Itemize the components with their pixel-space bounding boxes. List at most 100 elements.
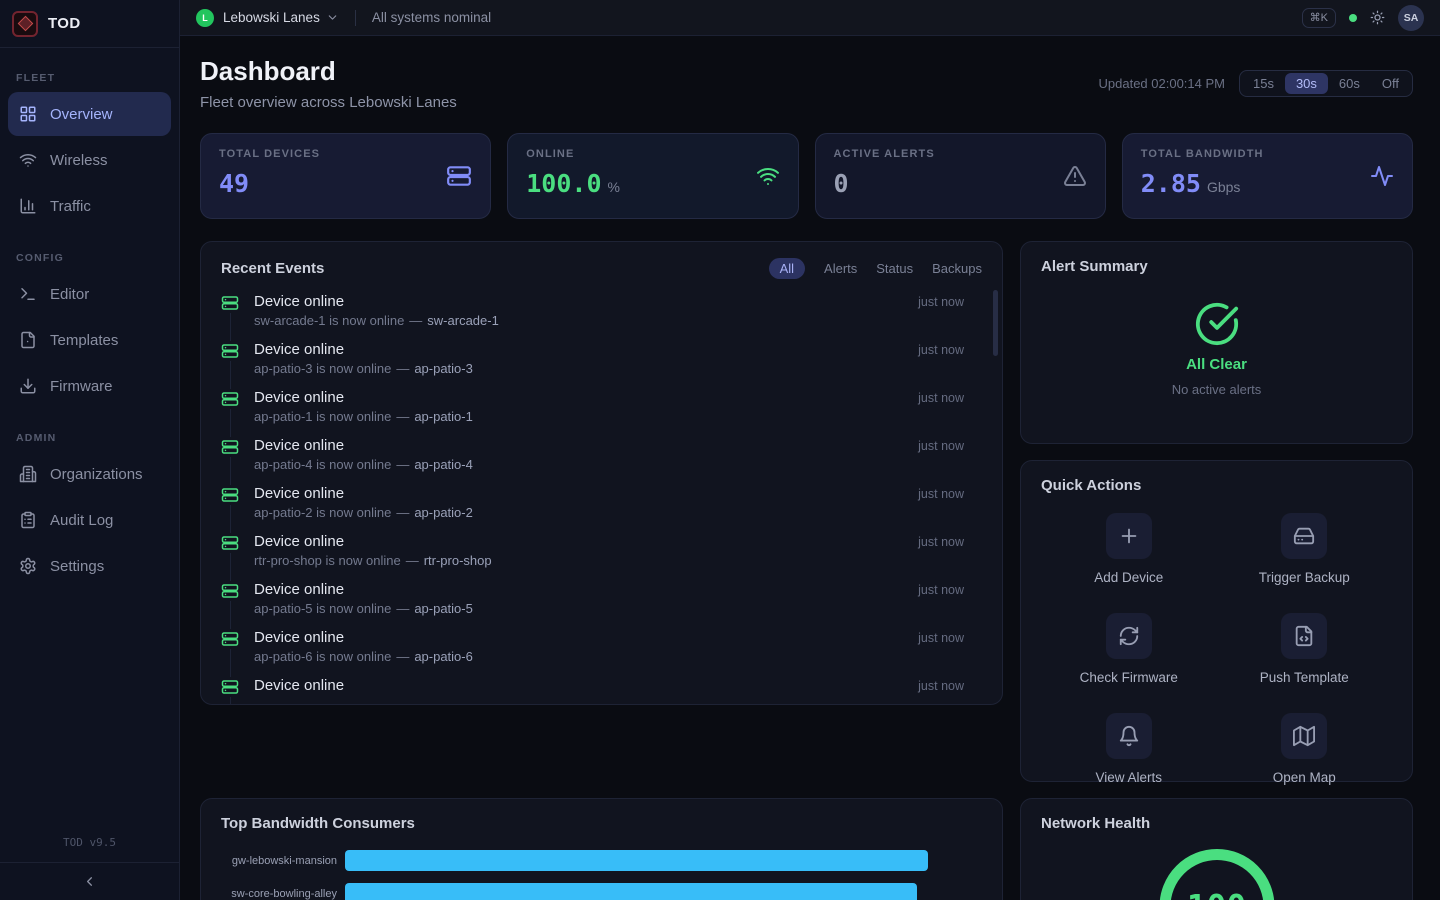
event-row[interactable]: Device onlinejust now ap-patio-4 is now … xyxy=(221,437,982,485)
sidebar-item-organizations[interactable]: Organizations xyxy=(8,452,171,496)
event-separator: — xyxy=(396,457,409,472)
quick-action-view-alerts[interactable]: View Alerts xyxy=(1041,698,1217,798)
quick-action-add-device[interactable]: Add Device xyxy=(1041,498,1217,598)
quick-action-label: Push Template xyxy=(1260,670,1349,685)
refresh-icon xyxy=(1106,613,1152,659)
sidebar-item-label: Wireless xyxy=(50,152,108,169)
event-title: Device online xyxy=(254,533,344,550)
check-circle-icon xyxy=(1194,301,1240,347)
activity-icon xyxy=(1370,164,1394,188)
wifi-icon xyxy=(19,151,37,169)
chevron-down-icon xyxy=(326,11,339,24)
sidebar-item-editor[interactable]: Editor xyxy=(8,272,171,316)
terminal-icon xyxy=(19,285,37,303)
topbar: L Lebowski Lanes All systems nominal ⌘K … xyxy=(180,0,1440,36)
event-time: just now xyxy=(918,391,964,405)
event-row[interactable]: Device onlinejust now xyxy=(221,677,982,705)
sidebar-item-label: Settings xyxy=(50,558,104,575)
sidebar-item-audit-log[interactable]: Audit Log xyxy=(8,498,171,542)
refresh-option-off[interactable]: Off xyxy=(1371,73,1410,94)
sidebar-item-wireless[interactable]: Wireless xyxy=(8,138,171,182)
plus-icon xyxy=(1106,513,1152,559)
stat-card-active-alerts: ACTIVE ALERTS 0 xyxy=(815,133,1106,219)
event-separator: — xyxy=(396,505,409,520)
refresh-option-30s[interactable]: 30s xyxy=(1285,73,1328,94)
sidebar-item-templates[interactable]: Templates xyxy=(8,318,171,362)
quick-action-open-map[interactable]: Open Map xyxy=(1217,698,1393,798)
event-row[interactable]: Device onlinejust now ap-patio-6 is now … xyxy=(221,629,982,677)
server-icon xyxy=(221,629,241,649)
theme-toggle-button[interactable] xyxy=(1370,10,1385,25)
file-code-icon xyxy=(1281,613,1327,659)
event-row[interactable]: Device onlinejust now ap-patio-3 is now … xyxy=(221,341,982,389)
event-detail: sw-arcade-1 is now online xyxy=(254,313,404,328)
stat-label: TOTAL DEVICES xyxy=(219,148,472,160)
server-icon xyxy=(221,341,241,361)
event-row[interactable]: Device onlinejust now ap-patio-5 is now … xyxy=(221,581,982,629)
filter-alerts[interactable]: Alerts xyxy=(824,261,857,276)
event-title: Device online xyxy=(254,485,344,502)
event-time: just now xyxy=(918,535,964,549)
sidebar-item-overview[interactable]: Overview xyxy=(8,92,171,136)
quick-action-push-template[interactable]: Push Template xyxy=(1217,598,1393,698)
event-title: Device online xyxy=(254,341,344,358)
event-title: Device online xyxy=(254,581,344,598)
app-name: TOD xyxy=(48,15,81,32)
event-row[interactable]: Device onlinejust now rtr-pro-shop is no… xyxy=(221,533,982,581)
bandwidth-device-label: sw-core-bowling-alley xyxy=(221,888,337,900)
stat-suffix: % xyxy=(608,179,620,195)
command-palette-shortcut[interactable]: ⌘K xyxy=(1302,8,1336,28)
event-row[interactable]: Device onlinejust now ap-patio-1 is now … xyxy=(221,389,982,437)
network-health-title: Network Health xyxy=(1041,815,1392,832)
clipboard-icon xyxy=(19,511,37,529)
filter-all[interactable]: All xyxy=(769,258,805,279)
bell-icon xyxy=(1106,713,1152,759)
filter-status[interactable]: Status xyxy=(876,261,913,276)
sidebar: TOD FLEET Overview Wireless Traffic CONF… xyxy=(0,0,180,900)
quick-action-trigger-backup[interactable]: Trigger Backup xyxy=(1217,498,1393,598)
quick-actions-title: Quick Actions xyxy=(1041,477,1392,494)
sidebar-item-settings[interactable]: Settings xyxy=(8,544,171,588)
main-content: Dashboard Fleet overview across Lebowski… xyxy=(180,36,1440,900)
event-separator: — xyxy=(406,553,419,568)
refresh-option-60s[interactable]: 60s xyxy=(1328,73,1371,94)
wifi-icon xyxy=(756,164,780,188)
event-detail: ap-patio-5 is now online xyxy=(254,601,391,616)
page-title: Dashboard xyxy=(200,56,457,87)
filter-backups[interactable]: Backups xyxy=(932,261,982,276)
quick-action-label: View Alerts xyxy=(1095,770,1162,785)
server-icon xyxy=(221,533,241,553)
health-gauge: 100 xyxy=(1159,849,1274,900)
sidebar-collapse-button[interactable] xyxy=(0,862,179,900)
health-score: 100 xyxy=(1187,887,1247,900)
event-separator: — xyxy=(409,313,422,328)
top-bandwidth-panel: Top Bandwidth Consumers gw-lebowski-mans… xyxy=(200,798,1003,900)
system-status-text: All systems nominal xyxy=(372,10,491,25)
bandwidth-row: gw-lebowski-mansion xyxy=(221,844,982,877)
event-detail: ap-patio-2 is now online xyxy=(254,505,391,520)
stat-value: 0 xyxy=(834,169,849,198)
download-icon xyxy=(19,377,37,395)
sidebar-item-label: Audit Log xyxy=(50,512,113,529)
quick-action-check-firmware[interactable]: Check Firmware xyxy=(1041,598,1217,698)
quick-actions-panel: Quick Actions Add Device Trigger Backup … xyxy=(1020,460,1413,782)
stat-label: ONLINE xyxy=(526,148,779,160)
org-switcher[interactable]: L Lebowski Lanes xyxy=(196,9,339,27)
event-detail: ap-patio-3 is now online xyxy=(254,361,391,376)
event-row[interactable]: Device onlinejust now ap-patio-2 is now … xyxy=(221,485,982,533)
stat-card-total-devices: TOTAL DEVICES 49 xyxy=(200,133,491,219)
user-avatar[interactable]: SA xyxy=(1398,5,1424,31)
health-dot xyxy=(1349,14,1357,22)
server-icon xyxy=(221,293,241,313)
event-title: Device online xyxy=(254,293,344,310)
sidebar-item-firmware[interactable]: Firmware xyxy=(8,364,171,408)
events-scrollbar[interactable] xyxy=(993,290,998,356)
stat-value: 100.0 xyxy=(526,169,601,198)
file-icon xyxy=(19,331,37,349)
sidebar-item-traffic[interactable]: Traffic xyxy=(8,184,171,228)
refresh-option-15s[interactable]: 15s xyxy=(1242,73,1285,94)
refresh-interval-control: 15s 30s 60s Off xyxy=(1239,70,1413,97)
event-row[interactable]: Device onlinejust now sw-arcade-1 is now… xyxy=(221,293,982,341)
event-device: ap-patio-5 xyxy=(414,601,473,616)
server-icon xyxy=(221,581,241,601)
